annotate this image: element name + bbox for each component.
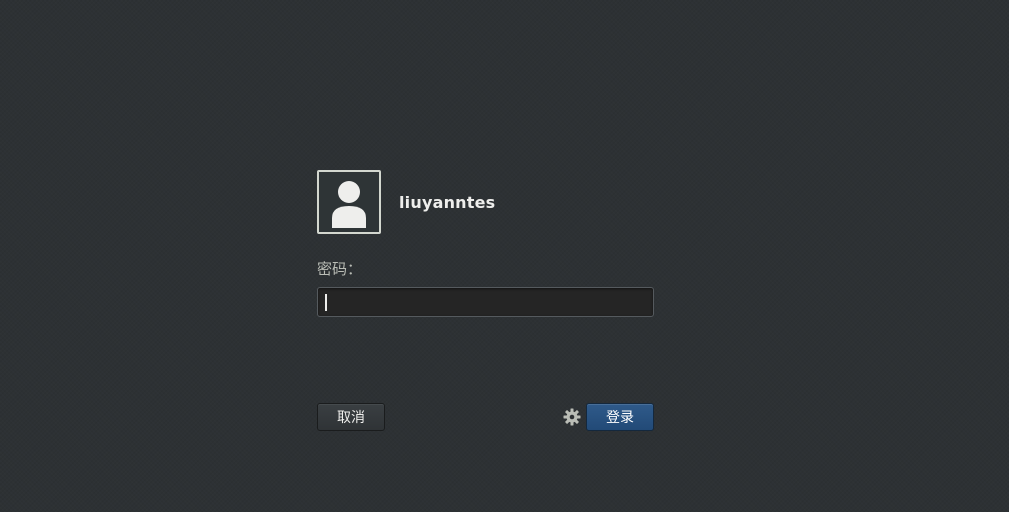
password-field[interactable] [317,287,654,317]
cancel-button[interactable]: 取消 [317,403,385,431]
text-caret [325,294,327,311]
login-panel: liuyanntes 密码： 取消 登录 [317,170,654,432]
gear-icon[interactable] [562,407,582,427]
password-label: 密码： [317,260,363,278]
username: liuyanntes [399,192,496,212]
user-row[interactable]: liuyanntes [317,170,495,234]
user-silhouette-icon [332,181,366,228]
avatar [317,170,381,234]
login-button[interactable]: 登录 [586,403,654,431]
